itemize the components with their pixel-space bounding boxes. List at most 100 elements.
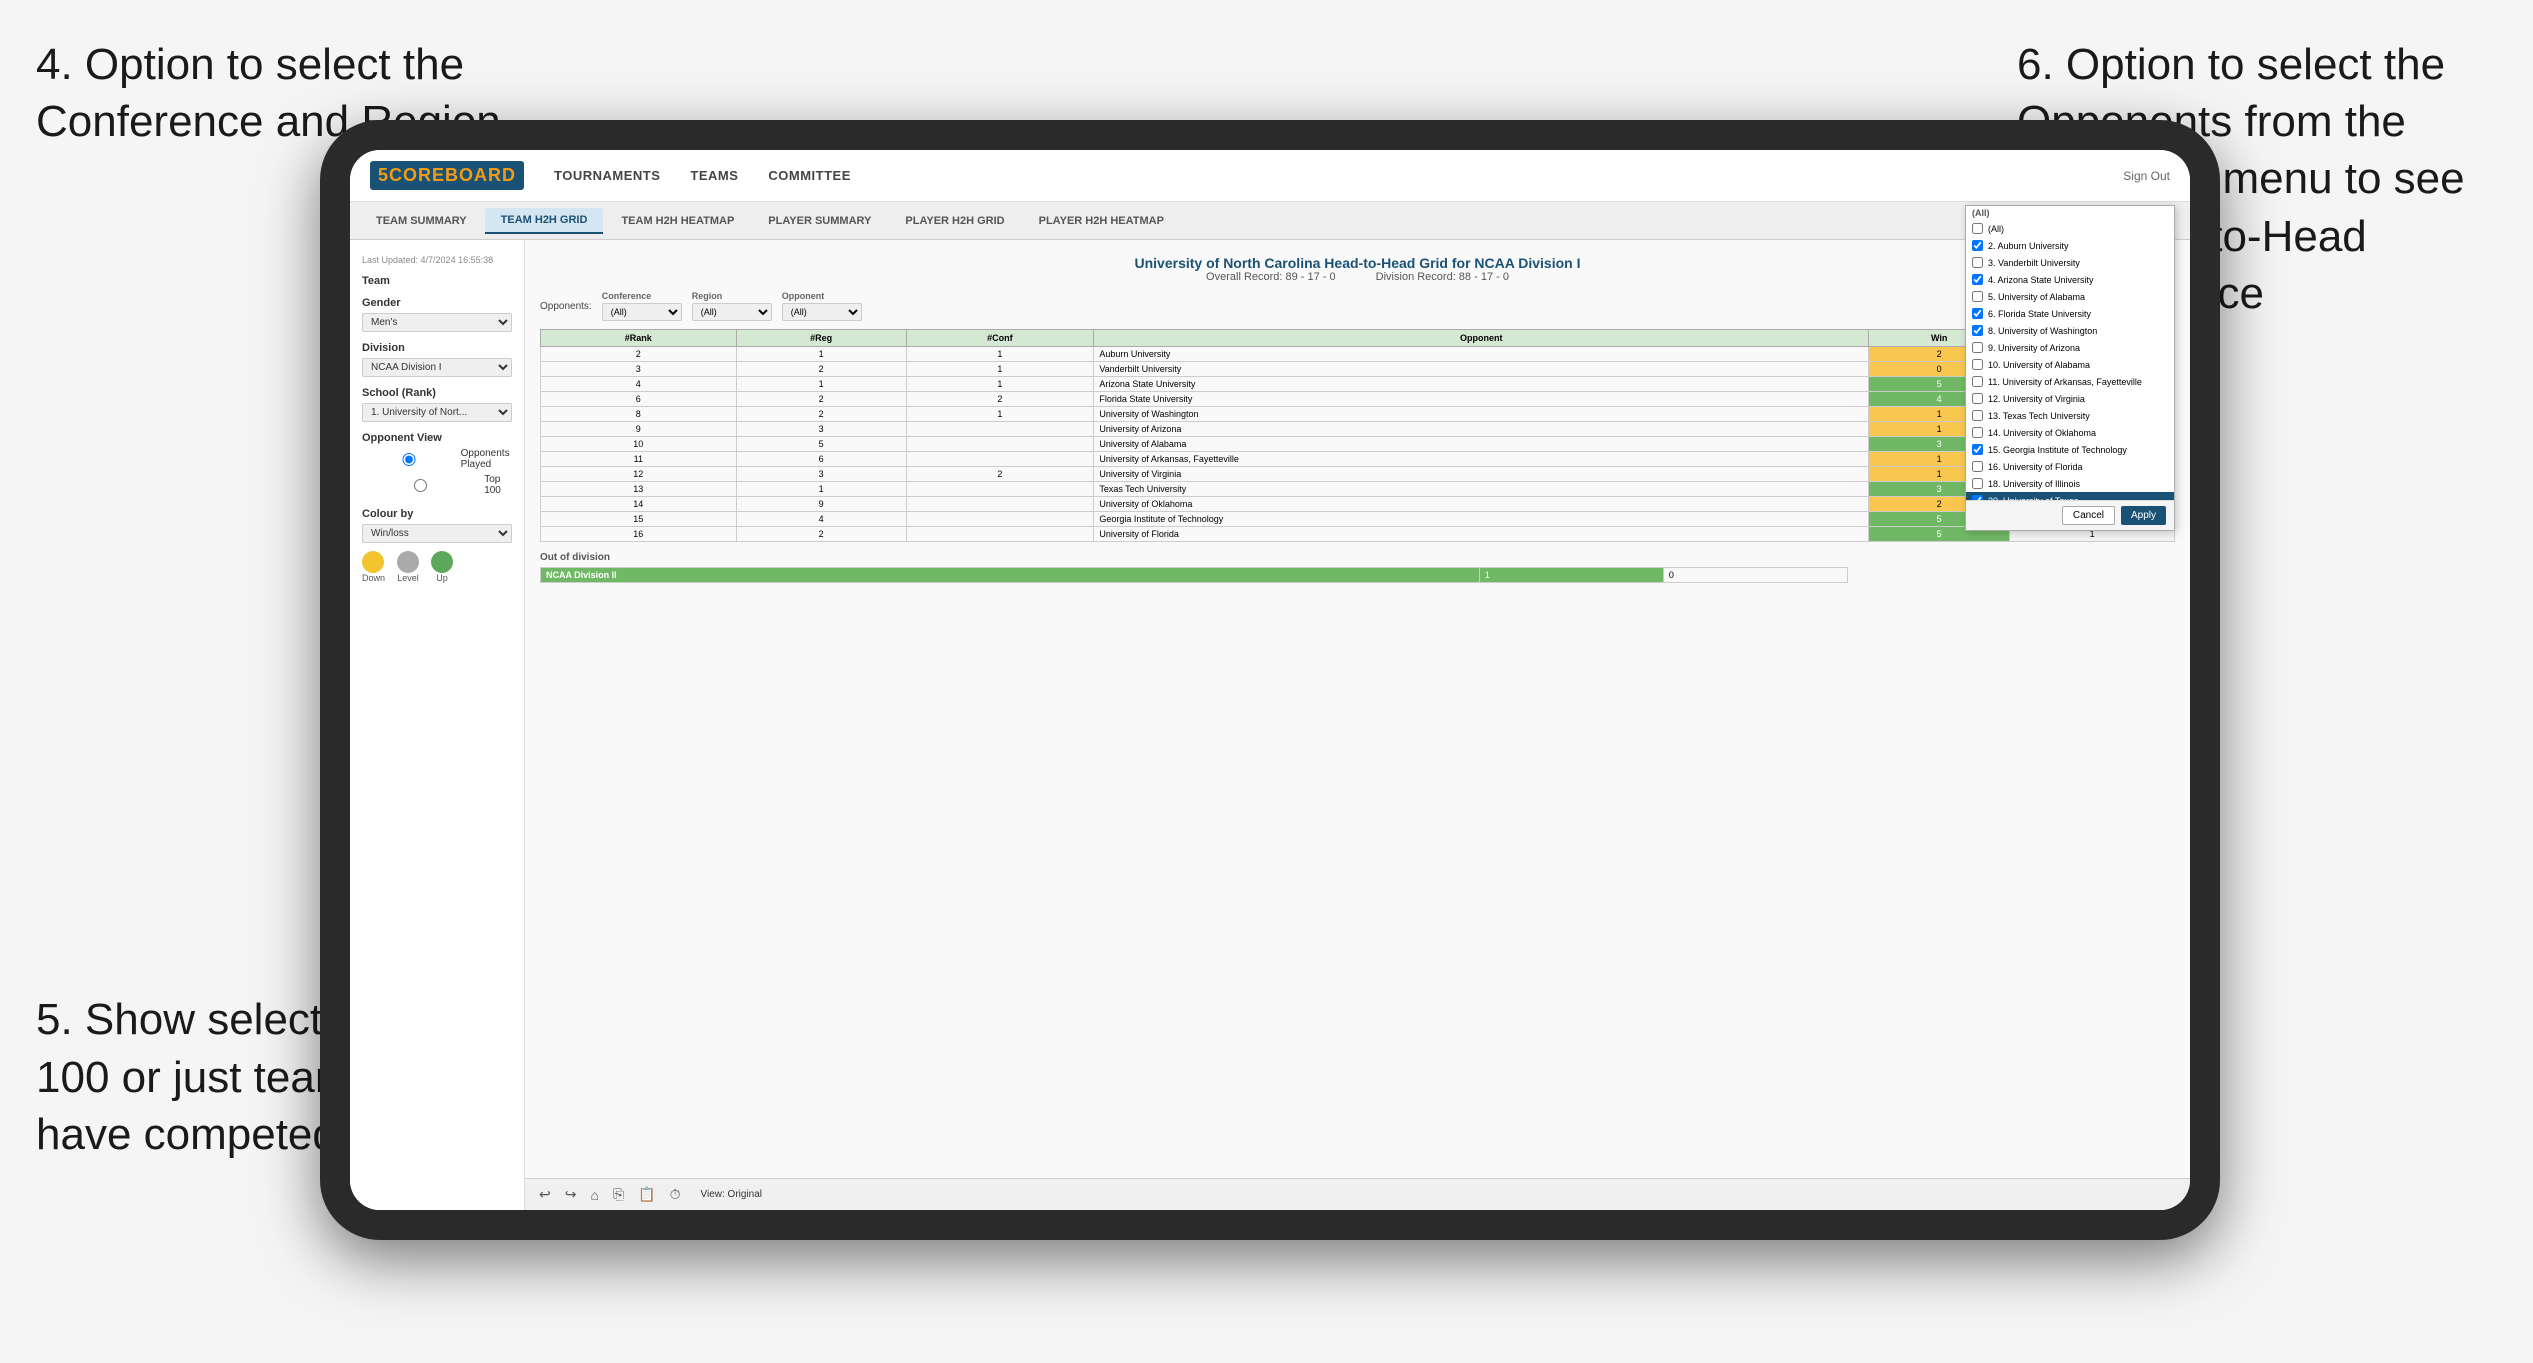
dropdown-item[interactable]: 4. Arizona State University: [1966, 271, 2174, 288]
dropdown-item[interactable]: 12. University of Virginia: [1966, 390, 2174, 407]
conference-filter-label: Conference: [602, 291, 682, 301]
region-filter: Region (All): [692, 291, 772, 321]
cell-conf: [906, 512, 1094, 527]
conference-select[interactable]: (All): [602, 303, 682, 321]
dropdown-item[interactable]: 16. University of Florida: [1966, 458, 2174, 475]
region-select[interactable]: (All): [692, 303, 772, 321]
tab-player-h2h-grid[interactable]: PLAYER H2H GRID: [889, 209, 1020, 233]
cell-reg: 2: [736, 527, 906, 542]
cell-team: University of Virginia: [1094, 467, 1869, 482]
radio-opponents-played[interactable]: Opponents Played: [362, 448, 512, 470]
cell-rank: 9: [541, 422, 737, 437]
cell-team: Florida State University: [1094, 392, 1869, 407]
nav-teams[interactable]: TEAMS: [690, 168, 738, 183]
gender-label: Gender: [362, 297, 512, 309]
table-row: 15 4 Georgia Institute of Technology 5 0: [541, 512, 2175, 527]
cell-rank: 12: [541, 467, 737, 482]
dropdown-list[interactable]: (All) 2. Auburn University 3. Vanderbilt…: [1966, 220, 2174, 500]
out-table-row: NCAA Division II 1 0: [541, 568, 1848, 583]
logo-text: 5COREBOARD: [378, 165, 516, 185]
right-area: University of North Carolina Head-to-Hea…: [525, 240, 2190, 1210]
overall-record: Overall Record: 89 - 17 - 0: [1206, 271, 1336, 283]
cell-rank: 11: [541, 452, 737, 467]
cell-rank: 13: [541, 482, 737, 497]
dropdown-item[interactable]: 20. University of Texas: [1966, 492, 2174, 500]
nav-tournaments[interactable]: TOURNAMENTS: [554, 168, 660, 183]
dropdown-item[interactable]: 18. University of Illinois: [1966, 475, 2174, 492]
table-row: 4 1 1 Arizona State University 5 1: [541, 377, 2175, 392]
apply-button[interactable]: Apply: [2121, 506, 2166, 525]
sub-navbar: TEAM SUMMARYTEAM H2H GRIDTEAM H2H HEATMA…: [350, 202, 2190, 240]
toolbar-timer[interactable]: ⏱: [666, 1184, 685, 1205]
tab-player-summary[interactable]: PLAYER SUMMARY: [752, 209, 887, 233]
dropdown-item[interactable]: 11. University of Arkansas, Fayetteville: [1966, 373, 2174, 390]
toolbar-paste[interactable]: 📋: [634, 1184, 659, 1205]
dropdown-item[interactable]: 14. University of Oklahoma: [1966, 424, 2174, 441]
tablet-screen: 5COREBOARD TOURNAMENTS TEAMS COMMITTEE Sig…: [350, 150, 2190, 1210]
nav-signout[interactable]: Sign Out: [2123, 169, 2170, 183]
cell-conf: 1: [906, 407, 1094, 422]
dropdown-item[interactable]: 6. Florida State University: [1966, 305, 2174, 322]
tab-team-summary[interactable]: TEAM SUMMARY: [360, 209, 483, 233]
division-label: Division: [362, 342, 512, 354]
dropdown-item[interactable]: 2. Auburn University: [1966, 237, 2174, 254]
toolbar: ↩ ↪ ⌂ ⎘ 📋 ⏱ View: Original: [525, 1178, 2190, 1210]
dropdown-item[interactable]: 5. University of Alabama: [1966, 288, 2174, 305]
cell-team: University of Oklahoma: [1094, 497, 1869, 512]
cancel-button[interactable]: Cancel: [2062, 506, 2115, 525]
dropdown-item[interactable]: 3. Vanderbilt University: [1966, 254, 2174, 271]
tab-team-h2h-grid[interactable]: TEAM H2H GRID: [485, 208, 604, 234]
dropdown-item[interactable]: 9. University of Arizona: [1966, 339, 2174, 356]
division-record: Division Record: 88 - 17 - 0: [1376, 271, 1509, 283]
cell-conf: [906, 497, 1094, 512]
school-select[interactable]: 1. University of Nort...: [362, 403, 512, 422]
opponents-filter-label: Opponents:: [540, 301, 592, 312]
table-row: 13 1 Texas Tech University 3 0: [541, 482, 2175, 497]
out-loss: 0: [1663, 568, 1847, 583]
colour-select[interactable]: Win/loss: [362, 524, 512, 543]
left-panel: Last Updated: 4/7/2024 16:55:38 Team Gen…: [350, 240, 525, 1210]
dropdown-item[interactable]: (All): [1966, 220, 2174, 237]
dropdown-item[interactable]: 10. University of Alabama: [1966, 356, 2174, 373]
table-row: 3 2 1 Vanderbilt University 0 4: [541, 362, 2175, 377]
division-select[interactable]: NCAA Division I: [362, 358, 512, 377]
report-title: University of North Carolina Head-to-Hea…: [540, 255, 2175, 271]
toolbar-home[interactable]: ⌂: [586, 1185, 602, 1205]
cell-conf: [906, 437, 1094, 452]
cell-rank: 4: [541, 377, 737, 392]
report-subtitle: Overall Record: 89 - 17 - 0 Division Rec…: [540, 271, 2175, 283]
cell-reg: 3: [736, 422, 906, 437]
colour-label: Colour by: [362, 508, 512, 520]
cell-reg: 1: [736, 347, 906, 362]
radio-top-100[interactable]: Top 100: [362, 474, 512, 496]
opponent-view-label: Opponent View: [362, 432, 512, 444]
col-opponent: Opponent: [1094, 330, 1869, 347]
cell-team: Texas Tech University: [1094, 482, 1869, 497]
toolbar-copy[interactable]: ⎘: [609, 1184, 628, 1205]
opponent-view-section: Opponent View Opponents Played Top 100: [362, 432, 512, 496]
table-row: 6 2 2 Florida State University 4 2: [541, 392, 2175, 407]
opponent-select[interactable]: (All): [782, 303, 862, 321]
opponent-dropdown[interactable]: (All) (All) 2. Auburn University 3. Vand…: [1965, 205, 2175, 531]
tab-player-h2h-heatmap[interactable]: PLAYER H2H HEATMAP: [1023, 209, 1180, 233]
color-legend: Down Level Up: [362, 551, 512, 583]
dropdown-item[interactable]: 8. University of Washington: [1966, 322, 2174, 339]
team-section-label: Team: [362, 275, 512, 287]
cell-team: University of Arizona: [1094, 422, 1869, 437]
cell-team: Georgia Institute of Technology: [1094, 512, 1869, 527]
view-label: View: Original: [701, 1189, 763, 1200]
out-name: NCAA Division II: [541, 568, 1480, 583]
cell-reg: 2: [736, 392, 906, 407]
tab-team-h2h-heatmap[interactable]: TEAM H2H HEATMAP: [605, 209, 750, 233]
toolbar-undo[interactable]: ↩: [535, 1184, 555, 1205]
opponent-filter: Opponent (All): [782, 291, 862, 321]
nav-committee[interactable]: COMMITTEE: [768, 168, 851, 183]
cell-team: Vanderbilt University: [1094, 362, 1869, 377]
dropdown-item[interactable]: 13. Texas Tech University: [1966, 407, 2174, 424]
cell-conf: [906, 452, 1094, 467]
dropdown-item[interactable]: 15. Georgia Institute of Technology: [1966, 441, 2174, 458]
toolbar-redo[interactable]: ↪: [561, 1184, 581, 1205]
gender-select[interactable]: Men's: [362, 313, 512, 332]
table-row: 9 3 University of Arizona 1 0: [541, 422, 2175, 437]
up-dot: [431, 551, 453, 573]
